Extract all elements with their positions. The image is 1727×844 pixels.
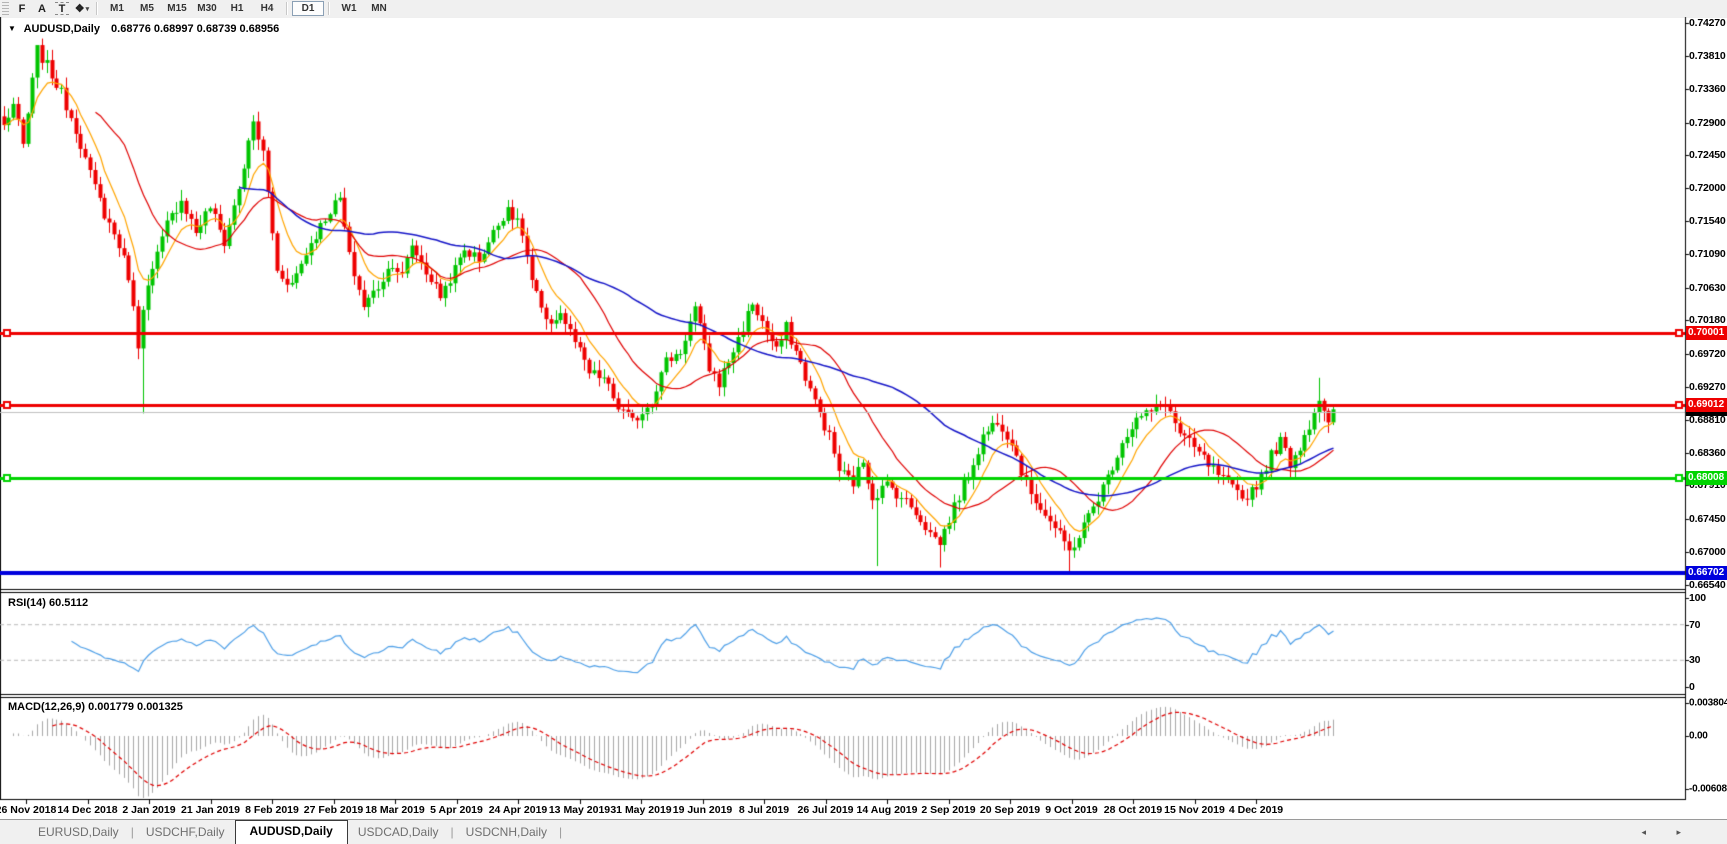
timeframe-h1[interactable]: H1 [222, 1, 252, 16]
date-tick-label: 20 Sep 2019 [980, 804, 1040, 816]
price-tick-label: 0.72900 [1689, 117, 1726, 129]
hline-price-box: 0.68008 [1686, 471, 1727, 485]
timeframe-m30[interactable]: M30 [192, 1, 222, 16]
date-tick-label: 27 Feb 2019 [304, 804, 364, 816]
price-tick-label: 0.70180 [1689, 314, 1726, 326]
date-tick-label: 18 Mar 2019 [365, 804, 425, 816]
date-tick-label: 8 Feb 2019 [245, 804, 299, 816]
price-tick-label: 0.73360 [1689, 83, 1726, 95]
price-tick-label: 0.73810 [1689, 50, 1726, 62]
chart-title: ▼ AUDUSD,Daily 0.68776 0.68997 0.68739 0… [8, 23, 279, 35]
rsi-tick-label: 100 [1689, 592, 1706, 604]
date-tick-label: 14 Dec 2018 [57, 804, 117, 816]
macd-tick-label: 0.00 [1689, 731, 1708, 742]
date-tick-label: 28 Oct 2019 [1104, 804, 1162, 816]
tab-separator: | [557, 822, 564, 844]
tab-eurusd[interactable]: EURUSD,Daily [28, 822, 129, 844]
tab-usdcad[interactable]: USDCAD,Daily [348, 822, 449, 844]
rsi-tick-label: 0 [1689, 681, 1695, 693]
date-tick-label: 2 Sep 2019 [921, 804, 975, 816]
fibonacci-tool[interactable]: F [12, 1, 32, 16]
chart-tab-bar: EURUSD,Daily|USDCHF,DailyAUDUSD,DailyUSD… [0, 819, 1727, 844]
tab-separator: | [449, 822, 456, 844]
date-tick-label: 26 Nov 2018 [0, 804, 56, 816]
tab-usdcnh[interactable]: USDCNH,Daily [456, 822, 557, 844]
label-tool[interactable]: T [55, 2, 69, 15]
date-tick-label: 21 Jan 2019 [181, 804, 240, 816]
macd-tick-label: -0.006087 [1689, 783, 1727, 794]
hline-price-box: 0.66702 [1686, 566, 1727, 580]
timeframe-separator [286, 2, 288, 15]
timeframe-d1[interactable]: D1 [292, 1, 324, 16]
symbol-period-label: AUDUSD,Daily [24, 23, 100, 35]
timeframe-separator [328, 2, 330, 15]
price-tick-label: 0.67000 [1689, 546, 1726, 558]
collapse-triangle-icon[interactable]: ▼ [8, 24, 16, 33]
chart-tabs: EURUSD,Daily|USDCHF,DailyAUDUSD,DailyUSD… [28, 820, 564, 844]
arrows-tool-icon: ▾ [86, 5, 90, 13]
date-tick-label: 8 Jul 2019 [739, 804, 789, 816]
date-tick-label: 4 Dec 2019 [1229, 804, 1283, 816]
timeframe-m1[interactable]: M1 [102, 1, 132, 16]
timeframe-buttons: M1M5M15M30H1H4 D1 W1MN [102, 1, 394, 16]
price-tick-label: 0.71090 [1689, 248, 1726, 260]
rsi-label: RSI(14) 60.5112 [8, 597, 88, 609]
date-tick-label: 5 Apr 2019 [430, 804, 483, 816]
price-tick-label: 0.72450 [1689, 149, 1726, 161]
date-tick-label: 19 Jun 2019 [673, 804, 733, 816]
rsi-tick-label: 70 [1689, 619, 1700, 631]
date-tick-label: 31 May 2019 [610, 804, 671, 816]
price-chart-canvas[interactable] [0, 0, 1727, 844]
price-tick-label: 0.72000 [1689, 182, 1726, 194]
date-tick-label: 14 Aug 2019 [857, 804, 918, 816]
price-tick-label: 0.74270 [1689, 17, 1726, 29]
drawing-tools: FAT❖▾ [12, 1, 92, 16]
price-tick-label: 0.66540 [1689, 579, 1726, 591]
price-tick-label: 0.69270 [1689, 381, 1726, 393]
date-tick-label: 13 May 2019 [549, 804, 610, 816]
hline-price-box: 0.70001 [1686, 326, 1727, 340]
ohlc-values: 0.68776 0.68997 0.68739 0.68956 [111, 23, 279, 35]
timeframe-w1[interactable]: W1 [334, 1, 364, 16]
date-tick-label: 15 Nov 2019 [1164, 804, 1225, 816]
toolbar-grip[interactable] [2, 2, 9, 15]
date-tick-label: 26 Jul 2019 [797, 804, 853, 816]
timeframe-h4[interactable]: H4 [252, 1, 282, 16]
toolbar-separator [96, 2, 98, 15]
date-tick-label: 2 Jan 2019 [122, 804, 175, 816]
hline-price-box: 0.69012 [1686, 398, 1727, 412]
rsi-tick-label: 30 [1689, 654, 1700, 666]
date-tick-label: 9 Oct 2019 [1045, 804, 1098, 816]
mt4-window: FAT❖▾ M1M5M15M30H1H4 D1 W1MN ▼ AUDUSD,Dail… [0, 0, 1727, 844]
text-tool[interactable]: A [32, 1, 52, 16]
tab-separator: | [129, 822, 136, 844]
timeframe-m5[interactable]: M5 [132, 1, 162, 16]
price-tick-label: 0.67450 [1689, 513, 1726, 525]
macd-tick-label: 0.003804 [1689, 697, 1727, 708]
toolbar: FAT❖▾ M1M5M15M30H1H4 D1 W1MN [0, 0, 1727, 17]
date-tick-label: 24 Apr 2019 [489, 804, 548, 816]
price-tick-label: 0.70630 [1689, 282, 1726, 294]
tab-usdchf[interactable]: USDCHF,Daily [136, 822, 235, 844]
tab-scroll-arrows[interactable]: ◂ ▸ [1641, 827, 1695, 838]
price-tick-label: 0.71540 [1689, 215, 1726, 227]
macd-label: MACD(12,26,9) 0.001779 0.001325 [8, 701, 183, 713]
arrows-tool[interactable]: ❖▾ [72, 1, 92, 16]
timeframe-m15[interactable]: M15 [162, 1, 192, 16]
tab-audusd[interactable]: AUDUSD,Daily [235, 820, 348, 844]
price-tick-label: 0.68360 [1689, 447, 1726, 459]
price-tick-label: 0.69720 [1689, 348, 1726, 360]
timeframe-mn[interactable]: MN [364, 1, 394, 16]
